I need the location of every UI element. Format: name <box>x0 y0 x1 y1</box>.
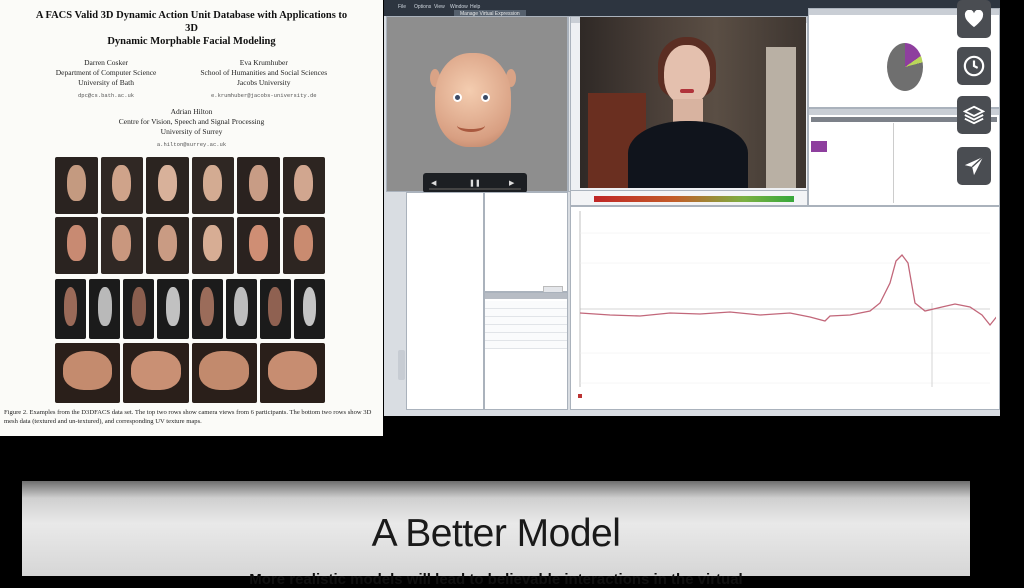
face-mesh <box>123 279 155 339</box>
rewind-icon[interactable]: ◀ <box>431 179 436 187</box>
paper-page: A FACS Valid 3D Dynamic Action Unit Data… <box>0 0 383 436</box>
uv-texture-map <box>123 343 189 403</box>
face-mesh <box>191 279 223 339</box>
clock-icon <box>963 55 985 77</box>
emotion-pie-chart <box>887 43 923 91</box>
expression-bar <box>811 141 827 152</box>
figure-row-uvmaps <box>55 343 325 403</box>
table-header <box>485 293 567 299</box>
settings-table-pane <box>484 292 568 410</box>
properties-pane <box>484 192 568 294</box>
face-photo <box>191 157 234 214</box>
author-block: Eva Krumhuber School of Humanities and S… <box>200 58 328 99</box>
paper-title: A FACS Valid 3D Dynamic Action Unit Data… <box>35 10 348 47</box>
left-toolbar[interactable] <box>398 350 405 380</box>
legend-swatch <box>578 394 582 398</box>
table-row[interactable] <box>485 301 567 309</box>
playback-scrubber[interactable] <box>429 188 521 190</box>
slide-subtitle: More realistic models will lead to belie… <box>249 571 743 588</box>
signal-line <box>579 254 996 327</box>
playback-controls: ◀ ❚❚ ▶ <box>423 173 527 193</box>
face-mesh <box>259 279 291 339</box>
table-row[interactable] <box>485 333 567 341</box>
face-mesh <box>293 279 325 339</box>
grid-lines <box>580 232 990 384</box>
table-row[interactable] <box>485 325 567 333</box>
face-photo <box>282 157 325 214</box>
uv-texture-map <box>259 343 325 403</box>
watch-later-button[interactable] <box>957 47 991 85</box>
uv-texture-map <box>191 343 257 403</box>
table-row[interactable] <box>485 317 567 325</box>
face-photo <box>146 217 189 274</box>
face-mesh <box>157 279 189 339</box>
slide-title: A Better Model <box>371 512 621 555</box>
valence-color-bar <box>594 196 794 202</box>
face-photo <box>55 157 98 214</box>
author-block: Darren Cosker Department of Computer Sci… <box>55 58 157 99</box>
uv-texture-map <box>55 343 121 403</box>
face-mesh <box>55 279 87 339</box>
forward-icon[interactable]: ▶ <box>509 179 514 187</box>
face-photo <box>100 217 143 274</box>
paper-authors: Darren Cosker Department of Computer Sci… <box>0 58 383 101</box>
avatar-eye <box>481 93 490 102</box>
analysis-app-window: File Options View Window Help Manage Vir… <box>384 0 1000 416</box>
menu-file[interactable]: File <box>398 4 406 10</box>
face-photo <box>100 157 143 214</box>
table-row[interactable] <box>485 309 567 317</box>
menu-options[interactable]: Options <box>414 4 431 10</box>
play-pause-icon[interactable]: ❚❚ <box>469 179 481 187</box>
slide-banner: A Better Model More realistic models wil… <box>22 481 970 588</box>
collections-button[interactable] <box>957 96 991 134</box>
avatar-head <box>435 53 511 147</box>
table-row[interactable] <box>485 341 567 349</box>
avatar-mouth <box>457 119 485 132</box>
layers-icon <box>963 105 985 125</box>
send-icon <box>964 156 984 176</box>
face-mesh <box>89 279 121 339</box>
figure-caption: Figure 2. Examples from the D3DFACS data… <box>4 409 372 425</box>
face-photo <box>237 217 280 274</box>
figure-row-photos <box>55 217 325 274</box>
empty-list-pane <box>406 192 484 410</box>
face-photo <box>146 157 189 214</box>
face-photo <box>55 217 98 274</box>
figure-row-photos <box>55 157 325 214</box>
author-block: Adrian Hilton Centre for Vision, Speech … <box>118 107 265 148</box>
webcam-video <box>580 17 806 188</box>
face-photo <box>191 217 234 274</box>
face-mesh <box>225 279 257 339</box>
face-photo <box>237 157 280 214</box>
pane-divider <box>893 123 894 203</box>
like-button[interactable] <box>957 0 991 38</box>
avatar-eye <box>453 93 462 102</box>
share-button[interactable] <box>957 147 991 185</box>
face-photo <box>282 217 325 274</box>
heart-icon <box>964 10 984 28</box>
avatar-pane: ◀ ❚❚ ▶ <box>386 16 568 193</box>
signal-plot <box>578 211 996 398</box>
menu-view[interactable]: View <box>434 4 445 10</box>
figure-row-meshes <box>55 279 325 339</box>
